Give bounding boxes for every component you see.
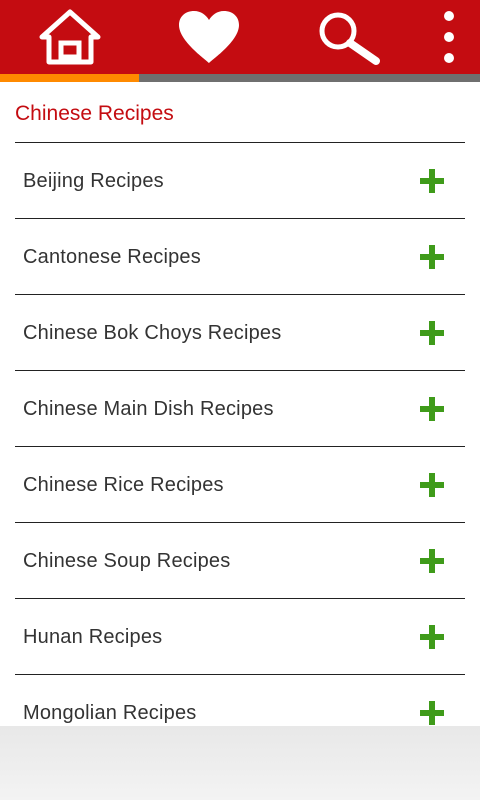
recipe-category-list: Beijing Recipes Cantonese Recipes Chinese … — [15, 142, 465, 751]
plus-icon[interactable] — [420, 625, 444, 649]
list-item[interactable]: Chinese Main Dish Recipes — [15, 371, 465, 447]
top-toolbar — [0, 0, 480, 74]
plus-icon[interactable] — [420, 321, 444, 345]
list-item-label: Chinese Soup Recipes — [23, 550, 231, 572]
list-item-label: Beijing Recipes — [23, 170, 164, 192]
tab-indicator-bar — [0, 74, 480, 82]
home-button[interactable] — [0, 0, 139, 74]
search-button[interactable] — [278, 0, 417, 74]
plus-icon[interactable] — [420, 397, 444, 421]
list-item[interactable]: Chinese Bok Choys Recipes — [15, 295, 465, 371]
plus-icon[interactable] — [420, 245, 444, 269]
list-item-label: Hunan Recipes — [23, 626, 163, 648]
list-item-label: Cantonese Recipes — [23, 246, 201, 268]
plus-icon[interactable] — [420, 473, 444, 497]
list-item[interactable]: Cantonese Recipes — [15, 219, 465, 295]
search-icon — [319, 12, 380, 65]
plus-icon[interactable] — [420, 549, 444, 573]
list-item[interactable]: Chinese Soup Recipes — [15, 523, 465, 599]
list-item[interactable]: Beijing Recipes — [15, 143, 465, 219]
more-vert-icon — [443, 11, 454, 63]
list-item[interactable]: Chinese Rice Recipes — [15, 447, 465, 523]
plus-icon[interactable] — [420, 169, 444, 193]
home-icon — [39, 9, 100, 65]
heart-icon — [178, 11, 239, 63]
list-item-label: Chinese Rice Recipes — [23, 474, 224, 496]
section-title: Chinese Recipes — [15, 102, 174, 125]
plus-icon[interactable] — [420, 701, 444, 725]
list-item-label: Chinese Main Dish Recipes — [23, 398, 274, 420]
list-item-label: Chinese Bok Choys Recipes — [23, 322, 282, 344]
active-tab-indicator — [0, 74, 139, 82]
list-item[interactable]: Hunan Recipes — [15, 599, 465, 675]
favorites-button[interactable] — [139, 0, 278, 74]
app-screen: Chinese Recipes Beijing Recipes Cantonese… — [0, 0, 480, 800]
bottom-bar — [0, 726, 480, 800]
overflow-menu-button[interactable] — [417, 0, 480, 74]
